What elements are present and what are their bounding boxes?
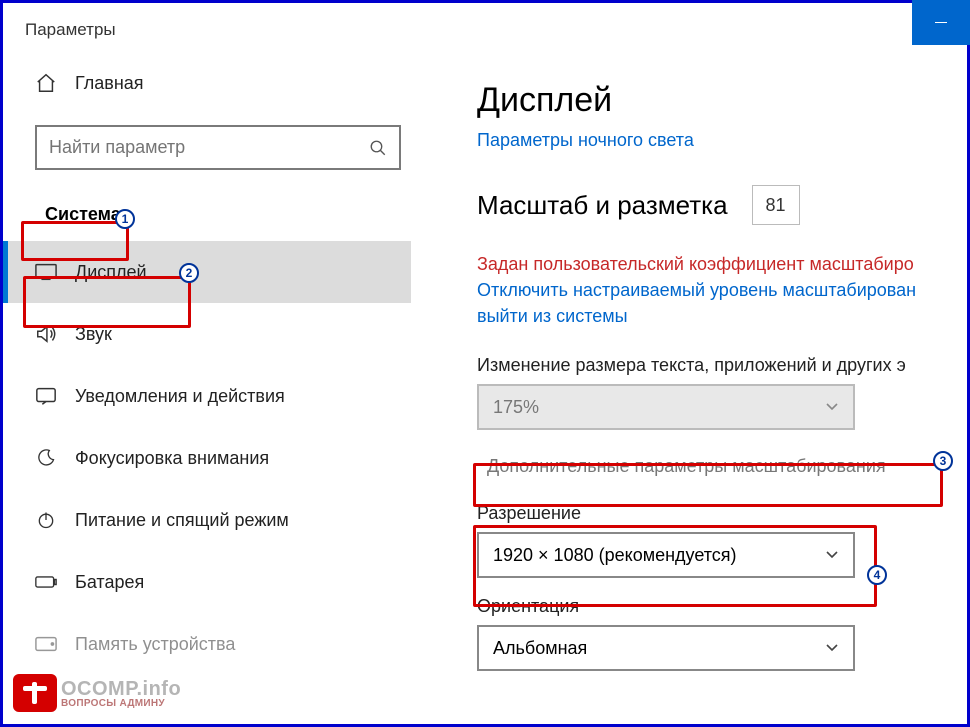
main-panel: Дисплей Параметры ночного света Масштаб … bbox=[421, 57, 967, 724]
sidebar-item-battery[interactable]: Батарея bbox=[3, 551, 411, 613]
watermark-logo bbox=[13, 674, 57, 712]
orientation-value: Альбомная bbox=[493, 638, 587, 659]
callout-badge-1: 1 bbox=[115, 209, 135, 229]
home-label: Главная bbox=[75, 73, 144, 94]
home-icon bbox=[35, 72, 57, 94]
window-body: Главная Система Дисплей bbox=[3, 57, 967, 724]
settings-window: Параметры Главная Система bbox=[0, 0, 970, 727]
sidebar-item-label: Уведомления и действия bbox=[75, 386, 285, 407]
search-box[interactable] bbox=[35, 125, 401, 170]
minimize-button[interactable] bbox=[912, 0, 970, 45]
sidebar: Главная Система Дисплей bbox=[3, 57, 421, 724]
page-title: Дисплей bbox=[477, 81, 963, 120]
callout-badge-2: 2 bbox=[179, 263, 199, 283]
scale-heading: Масштаб и разметка bbox=[477, 190, 728, 221]
orientation-dropdown[interactable]: Альбомная bbox=[477, 625, 855, 671]
scale-heading-row: Масштаб и разметка 81 bbox=[477, 185, 963, 225]
sidebar-item-power[interactable]: Питание и спящий режим bbox=[3, 489, 411, 551]
window-title: Параметры bbox=[25, 20, 116, 40]
watermark: OCOMP.info ВОПРОСЫ АДМИНУ bbox=[13, 674, 181, 712]
battery-icon bbox=[35, 575, 57, 589]
titlebar: Параметры bbox=[3, 3, 967, 57]
callout-badge-3: 3 bbox=[933, 451, 953, 471]
callout-2 bbox=[23, 276, 191, 328]
callout-badge-4: 4 bbox=[867, 565, 887, 585]
notifications-icon bbox=[35, 386, 57, 406]
sidebar-item-notifications[interactable]: Уведомления и действия bbox=[3, 365, 411, 427]
signout-link[interactable]: Отключить настраиваемый уровень масштаби… bbox=[477, 277, 963, 329]
callout-4 bbox=[473, 525, 877, 607]
scale-warning: Задан пользовательский коэффициент масшт… bbox=[477, 251, 963, 277]
sidebar-item-storage[interactable]: Память устройства bbox=[3, 613, 411, 675]
sidebar-item-label: Питание и спящий режим bbox=[75, 510, 289, 531]
nightlight-link[interactable]: Параметры ночного света bbox=[477, 130, 963, 151]
scale-dropdown[interactable]: 175% bbox=[477, 384, 855, 430]
callout-3 bbox=[473, 463, 943, 507]
sidebar-item-label: Фокусировка внимания bbox=[75, 448, 269, 469]
home-link[interactable]: Главная bbox=[35, 57, 411, 109]
resize-label: Изменение размера текста, приложений и д… bbox=[477, 355, 963, 376]
sidebar-item-label: Батарея bbox=[75, 572, 144, 593]
sidebar-item-label: Память устройства bbox=[75, 634, 235, 655]
scale-badge: 81 bbox=[752, 185, 800, 225]
search-input[interactable] bbox=[49, 137, 369, 158]
sidebar-item-focus[interactable]: Фокусировка внимания bbox=[3, 427, 411, 489]
storage-icon bbox=[35, 636, 57, 652]
scale-value: 175% bbox=[493, 397, 539, 418]
chevron-down-icon bbox=[825, 643, 839, 653]
callout-1 bbox=[21, 221, 129, 261]
search-icon bbox=[369, 139, 387, 157]
power-icon bbox=[35, 510, 57, 530]
focus-icon bbox=[35, 448, 57, 468]
chevron-down-icon bbox=[825, 402, 839, 412]
watermark-sub: ВОПРОСЫ АДМИНУ bbox=[61, 698, 181, 709]
